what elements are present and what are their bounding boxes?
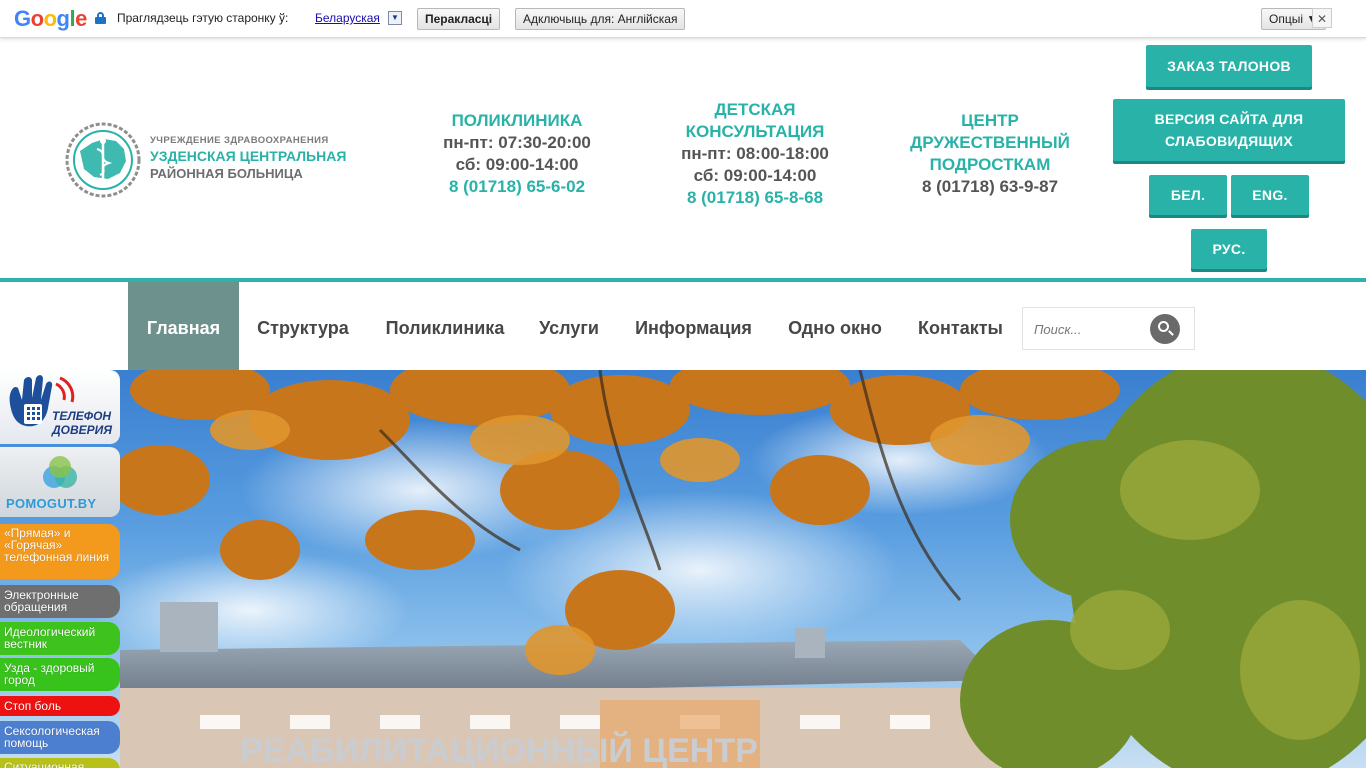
lang-bel-button[interactable]: БЕЛ. xyxy=(1149,175,1227,215)
polyclinic-phone[interactable]: 8 (01718) 65-6-02 xyxy=(417,176,617,198)
children-hours-saturday: сб: 09:00-14:00 xyxy=(693,166,817,185)
polyclinic-hours-weekdays: пн-пт: 07:30-20:00 xyxy=(443,133,591,152)
nav-item-information[interactable]: Информация xyxy=(625,282,762,370)
sidebar: ТЕЛЕФОН ДОВЕРИЯ POMOGUT.BY «Прямая» и «Г… xyxy=(0,370,122,768)
children-phone[interactable]: 8 (01718) 65-8-68 xyxy=(655,187,855,209)
teen-center-info: ЦЕНТР ДРУЖЕСТВЕННЫЙ ПОДРОСТКАМ 8 (01718)… xyxy=(890,110,1090,198)
main-nav: Главная Структура Поликлиника Услуги Инф… xyxy=(0,282,1366,370)
logo-line1: УЧРЕЖДЕНИЕ ЗДРАВООХРАНЕНИЯ xyxy=(150,135,329,146)
search-input[interactable] xyxy=(1034,320,1144,338)
low-vision-version-button[interactable]: ВЕРСИЯ САЙТА ДЛЯ СЛАБОВИДЯЩИХ xyxy=(1113,99,1345,161)
polyclinic-info: ПОЛИКЛИНИКА пн-пт: 07:30-20:00 сб: 09:00… xyxy=(417,110,617,198)
search-icon xyxy=(1158,321,1169,332)
nav-item-home[interactable]: Главная xyxy=(128,282,239,370)
sidebar-link-healthy-city[interactable]: Узда - здоровый город xyxy=(0,658,120,691)
translate-bar: Google Праглядзець гэтую старонку ў: Бел… xyxy=(0,0,1366,38)
lang-eng-button[interactable]: ENG. xyxy=(1231,175,1309,215)
trust-phone-label2: ДОВЕРИЯ xyxy=(52,423,113,437)
nav-item-structure[interactable]: Структура xyxy=(247,282,359,370)
turn-off-translate-button[interactable]: Адключыць для: Англійская xyxy=(515,8,686,30)
translate-prompt: Праглядзець гэтую старонку ў: xyxy=(117,11,289,25)
children-title-line2: КОНСУЛЬТАЦИЯ xyxy=(685,122,825,141)
translate-language-link[interactable]: Беларуская xyxy=(315,11,380,25)
sidebar-link-sexology[interactable]: Сексологическая помощь xyxy=(0,721,120,754)
logo-line3: РАЙОННАЯ БОЛЬНИЦА xyxy=(150,166,303,181)
close-icon[interactable]: ✕ xyxy=(1312,8,1332,28)
sidebar-link-situational[interactable]: Ситуационная xyxy=(0,758,120,768)
hospital-logo-icon[interactable] xyxy=(64,121,142,199)
translate-button[interactable]: Перакласці xyxy=(417,8,501,30)
search-button[interactable] xyxy=(1150,314,1180,344)
nav-item-polyclinic[interactable]: Поликлиника xyxy=(375,282,515,370)
sidebar-link-ideology[interactable]: Идеологический вестник xyxy=(0,622,120,655)
sidebar-link-stop-pain[interactable]: Стоп боль xyxy=(0,696,120,716)
teen-phone[interactable]: 8 (01718) 63-9-87 xyxy=(890,176,1090,198)
sidebar-link-e-appeals[interactable]: Электронные обращения xyxy=(0,585,120,618)
teen-title-line2: ДРУЖЕСТВЕННЫЙ xyxy=(910,133,1070,152)
hero-sign: РЕАБИЛИТАЦИОННЫЙ ЦЕНТР xyxy=(240,731,758,768)
pomogut-label: POMOGUT.BY xyxy=(6,496,97,511)
pomogut-banner[interactable]: POMOGUT.BY xyxy=(0,447,120,517)
sidebar-link-hotline[interactable]: «Прямая» и «Горячая» телефонная линия xyxy=(0,524,120,579)
lock-icon xyxy=(95,12,106,24)
search-box xyxy=(1022,307,1195,350)
trust-phone-banner[interactable]: ТЕЛЕФОН ДОВЕРИЯ xyxy=(0,370,120,444)
language-dropdown-icon[interactable]: ▼ xyxy=(388,11,402,25)
children-hours-weekdays: пн-пт: 08:00-18:00 xyxy=(681,144,829,163)
children-consult-info: ДЕТСКАЯ КОНСУЛЬТАЦИЯ пн-пт: 08:00-18:00 … xyxy=(655,99,855,209)
pomogut-logo-icon xyxy=(43,456,77,488)
hero-photo: РЕАБИЛИТАЦИОННЫЙ ЦЕНТР xyxy=(90,370,1366,768)
nav-item-contacts[interactable]: Контакты xyxy=(909,282,1012,370)
nav-item-services[interactable]: Услуги xyxy=(530,282,608,370)
nav-item-one-window[interactable]: Одно окно xyxy=(778,282,892,370)
lang-rus-button[interactable]: РУС. xyxy=(1191,229,1267,269)
order-tickets-button[interactable]: ЗАКАЗ ТАЛОНОВ xyxy=(1146,45,1312,87)
trust-phone-label1: ТЕЛЕФОН xyxy=(52,409,112,423)
logo-line2: УЗДЕНСКАЯ ЦЕНТРАЛЬНАЯ xyxy=(150,148,347,164)
google-logo: Google xyxy=(14,6,87,31)
polyclinic-hours-saturday: сб: 09:00-14:00 xyxy=(455,155,579,174)
hero-banner: РЕАБИЛИТАЦИОННЫЙ ЦЕНТР xyxy=(0,370,1366,768)
polyclinic-title: ПОЛИКЛИНИКА xyxy=(451,111,583,130)
low-vision-line2: СЛАБОВИДЯЩИХ xyxy=(1164,133,1294,149)
teen-title-line3: ПОДРОСТКАМ xyxy=(929,155,1051,174)
teen-title-line1: ЦЕНТР xyxy=(961,111,1019,130)
children-title-line1: ДЕТСКАЯ xyxy=(714,100,796,119)
logo-text[interactable]: УЧРЕЖДЕНИЕ ЗДРАВООХРАНЕНИЯ УЗДЕНСКАЯ ЦЕН… xyxy=(150,135,346,181)
low-vision-line1: ВЕРСИЯ САЙТА ДЛЯ xyxy=(1154,111,1304,127)
